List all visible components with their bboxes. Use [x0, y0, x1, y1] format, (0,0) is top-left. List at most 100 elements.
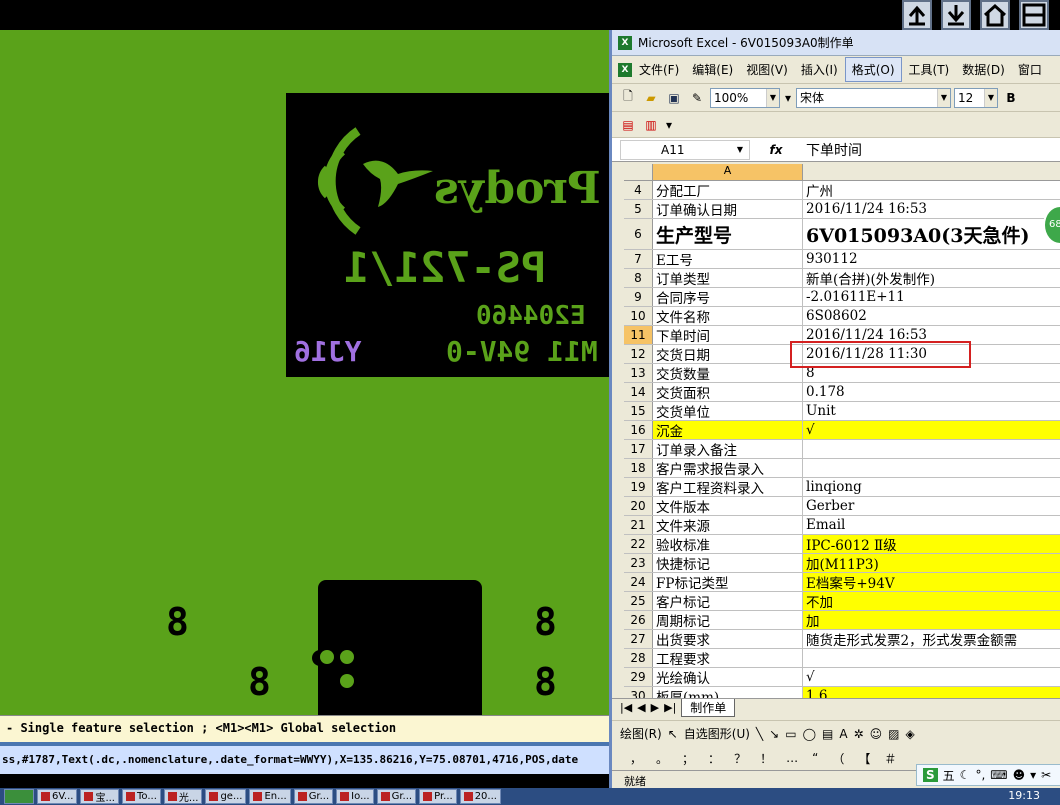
cam-canvas[interactable]: Prodys PS-721/1 E204460 M11 94V-0 YJ16 8…	[0, 30, 612, 715]
taskbar-item[interactable]: Io...	[336, 789, 374, 804]
row-number[interactable]: 22	[624, 535, 653, 553]
menu-format[interactable]: 格式(O)	[844, 57, 902, 82]
row-number[interactable]: 27	[624, 630, 653, 648]
punct-bracket[interactable]: 【	[858, 750, 870, 767]
download-icon[interactable]	[941, 0, 971, 30]
cell-a[interactable]: 出货要求	[653, 630, 803, 648]
menu-file[interactable]: 文件(F)	[633, 58, 685, 81]
cell-a[interactable]: 生产型号	[653, 219, 803, 249]
pdf-icon[interactable]: ▤	[618, 115, 638, 135]
row-number[interactable]: 15	[624, 402, 653, 420]
excel-window[interactable]: X Microsoft Excel - 6V015093A0制作单 X 文件(F…	[609, 30, 1060, 788]
cell-b[interactable]: 2016/11/24 16:53	[803, 200, 1060, 218]
menu-edit[interactable]: 编辑(E)	[686, 58, 739, 81]
fill-color-icon[interactable]: ◈	[905, 727, 914, 741]
row-number[interactable]: 11	[624, 326, 653, 344]
select-pointer-icon[interactable]: ↖	[668, 727, 678, 741]
cell-b[interactable]: E档案号+94V	[803, 573, 1060, 591]
start-button[interactable]	[4, 789, 34, 804]
row-number[interactable]: 19	[624, 478, 653, 496]
taskbar-item[interactable]: Gr...	[293, 789, 334, 804]
punct-semicolon[interactable]: ；	[682, 750, 694, 767]
ime-mode[interactable]: 五	[943, 767, 955, 784]
column-header-a[interactable]: A	[653, 164, 803, 180]
cell-b[interactable]: Email	[803, 516, 1060, 534]
row-number[interactable]: 8	[624, 269, 653, 287]
cell-b[interactable]: linqiong	[803, 478, 1060, 496]
prev-sheet-icon[interactable]: ◀	[637, 701, 645, 714]
excel-title-bar[interactable]: X Microsoft Excel - 6V015093A0制作单	[612, 30, 1060, 56]
cell-a[interactable]: 工程要求	[653, 649, 803, 667]
cell-a[interactable]: 客户工程资料录入	[653, 478, 803, 496]
punct-paren[interactable]: （	[832, 750, 844, 767]
chevron-down-icon[interactable]: ▼	[766, 88, 779, 107]
cell-a[interactable]: 下单时间	[653, 326, 803, 344]
oval-icon[interactable]: ◯	[803, 727, 816, 741]
diagram-icon[interactable]: ✲	[854, 727, 864, 741]
worksheet-grid[interactable]: A 4 分配工厂 广州 5 订单确认日期 2016/11/24 16:53 6 生产型号 6V0…	[624, 164, 1060, 706]
cell-a[interactable]: 文件版本	[653, 497, 803, 515]
menu-tools[interactable]: 工具(T)	[903, 58, 956, 81]
ime-toolbar[interactable]: S 五 ☾ °, ⌨ ☻ ▾ ✂	[916, 764, 1060, 786]
excel-doc-icon[interactable]: X	[618, 62, 632, 77]
name-box[interactable]: A11 ▼	[620, 139, 750, 160]
row-number[interactable]: 20	[624, 497, 653, 515]
taskbar-item[interactable]: Gr...	[376, 789, 417, 804]
cell-b[interactable]: 930112	[803, 250, 1060, 268]
punct-colon[interactable]: ：	[708, 750, 720, 767]
cell-a[interactable]: 交货面积	[653, 383, 803, 401]
toolbar-more-icon[interactable]: ▾	[664, 115, 674, 135]
row-number[interactable]: 28	[624, 649, 653, 667]
cell-a[interactable]: 订单确认日期	[653, 200, 803, 218]
user-icon[interactable]: ☻	[1013, 768, 1026, 782]
menu-insert[interactable]: 插入(I)	[795, 58, 844, 81]
taskbar-item[interactable]: 宝...	[80, 789, 119, 804]
cell-a[interactable]: 文件来源	[653, 516, 803, 534]
textbox-icon[interactable]: ▤	[822, 727, 833, 741]
row-number[interactable]: 25	[624, 592, 653, 610]
cell-b[interactable]	[803, 440, 1060, 458]
cell-b[interactable]: IPC-6012 Ⅱ级	[803, 535, 1060, 553]
cell-b[interactable]: 0.178	[803, 383, 1060, 401]
cell-a[interactable]: 交货数量	[653, 364, 803, 382]
font-size-select[interactable]: 12 ▼	[954, 87, 998, 108]
cell-b[interactable]: 6V015093A0(3天急件)	[803, 219, 1060, 249]
cell-a[interactable]: 订单录入备注	[653, 440, 803, 458]
punct-comma[interactable]: ，	[630, 750, 642, 767]
keyboard-icon[interactable]: ⌨	[990, 768, 1007, 782]
cell-a[interactable]: 文件名称	[653, 307, 803, 325]
row-number[interactable]: 9	[624, 288, 653, 306]
row-number[interactable]: 4	[624, 181, 653, 199]
save-icon[interactable]: ▣	[664, 88, 684, 108]
cell-a[interactable]: 交货单位	[653, 402, 803, 420]
column-header-b[interactable]	[803, 164, 1060, 180]
bold-button[interactable]: B	[1001, 88, 1021, 108]
row-number[interactable]: 10	[624, 307, 653, 325]
last-sheet-icon[interactable]: ▶|	[664, 701, 676, 714]
picture-icon[interactable]: ▨	[888, 727, 899, 741]
row-number[interactable]: 24	[624, 573, 653, 591]
taskbar-item[interactable]: ge...	[205, 789, 247, 804]
menu-window[interactable]: 窗口	[1012, 58, 1048, 81]
taskbar-item[interactable]: 6V...	[37, 789, 78, 804]
fx-icon[interactable]: fx	[750, 143, 802, 157]
new-file-icon[interactable]: 🗋	[618, 88, 638, 108]
cell-b[interactable]: 不加	[803, 592, 1060, 610]
cell-b[interactable]: 广州	[803, 181, 1060, 199]
wordart-icon[interactable]: A	[839, 727, 847, 741]
row-number[interactable]: 26	[624, 611, 653, 629]
toolbar-more-icon[interactable]: ▾	[783, 88, 793, 108]
first-sheet-icon[interactable]: |◀	[620, 701, 632, 714]
font-name-select[interactable]: 宋体 ▼	[796, 87, 951, 108]
menu-view[interactable]: 视图(V)	[740, 58, 794, 81]
window-grid-icon[interactable]	[1019, 0, 1049, 30]
cell-b[interactable]: 随货走形式发票2，形式发票金额需	[803, 630, 1060, 648]
taskbar-item[interactable]: 20...	[459, 789, 501, 804]
arrow-icon[interactable]: ↘	[769, 727, 779, 741]
cell-b[interactable]	[803, 649, 1060, 667]
cell-a[interactable]: 周期标记	[653, 611, 803, 629]
row-number[interactable]: 21	[624, 516, 653, 534]
punct-hash[interactable]: ＃	[884, 750, 896, 767]
draw-menu[interactable]: 绘图(R)	[620, 725, 662, 742]
home-icon[interactable]	[980, 0, 1010, 30]
